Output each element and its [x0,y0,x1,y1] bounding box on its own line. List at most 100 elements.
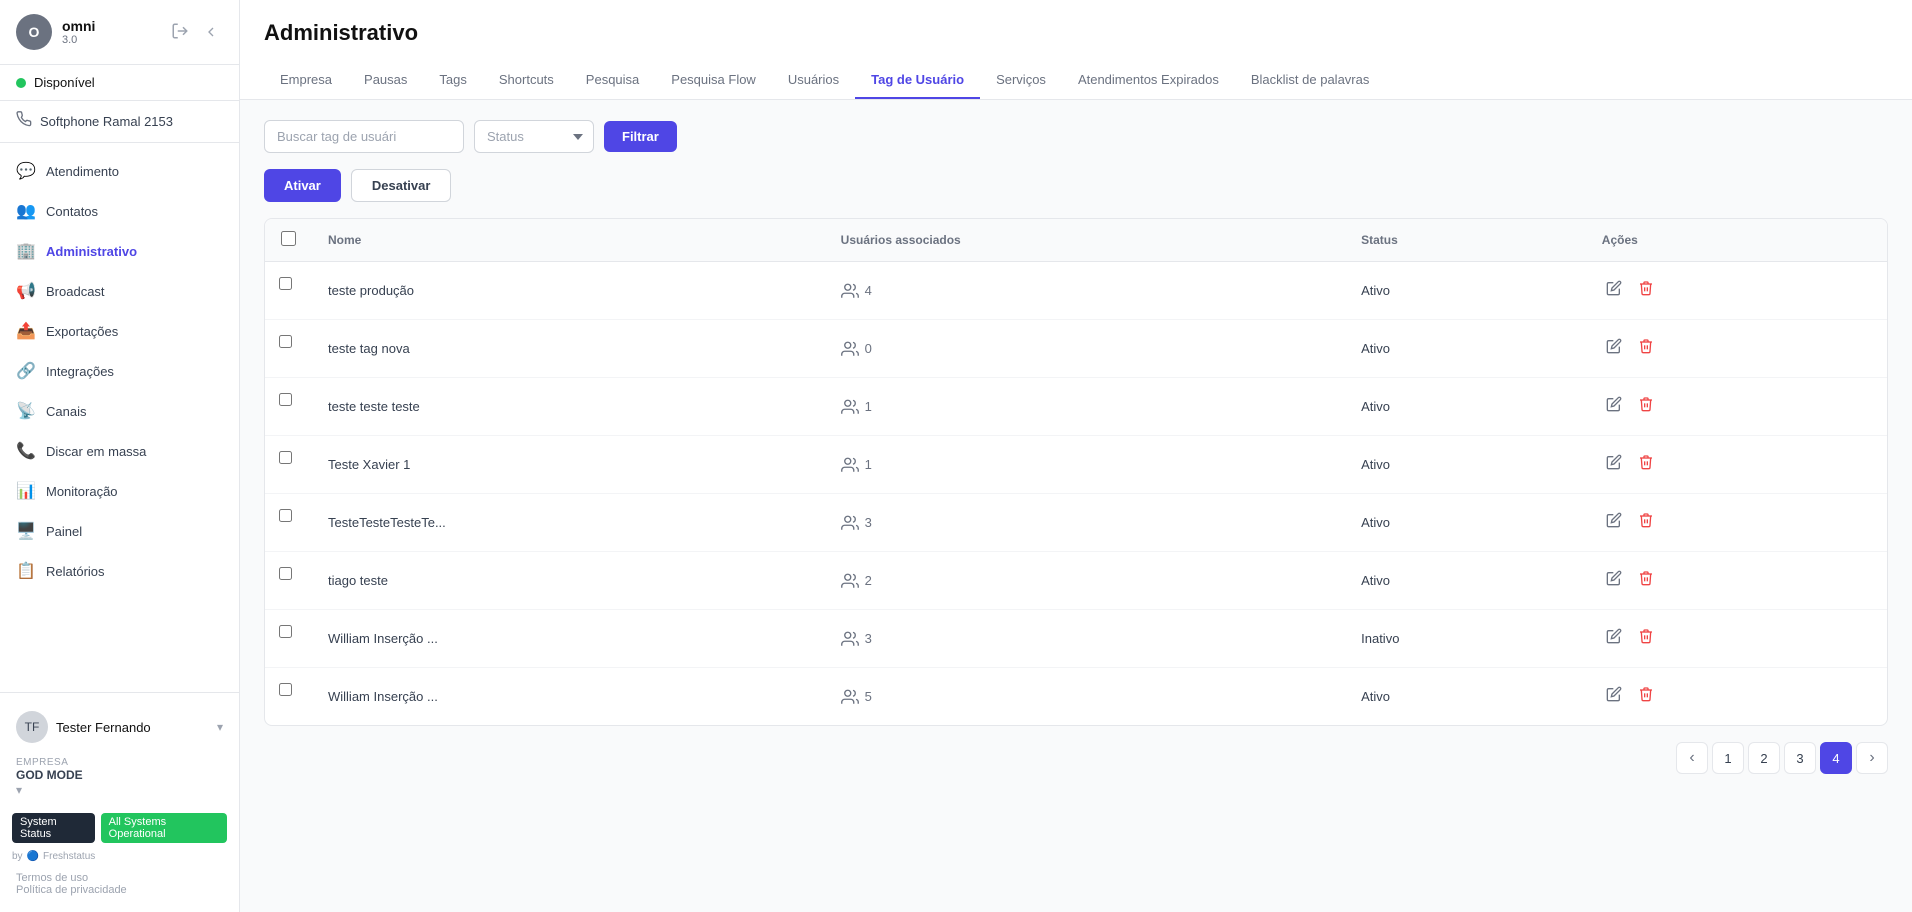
main-header: Administrativo EmpresaPausasTagsShortcut… [240,0,1912,100]
pagination-next[interactable]: › [1856,742,1888,774]
cell-usuarios-6[interactable]: 3 [825,610,1345,668]
users-count-1: 0 [865,341,872,356]
search-input[interactable] [264,120,464,153]
ativar-button[interactable]: Ativar [264,169,341,202]
sidebar-item-atendimento[interactable]: 💬 Atendimento [0,151,239,191]
sidebar-item-label-administrativo: Administrativo [46,244,137,259]
delete-button-4[interactable] [1634,508,1658,537]
sidebar-item-painel[interactable]: 🖥️ Painel [0,511,239,551]
termos-link[interactable]: Termos de uso [16,872,88,884]
pagination-page-1[interactable]: 1 [1712,742,1744,774]
pagination-prev[interactable]: ‹ [1676,742,1708,774]
row-checkbox-0[interactable] [279,276,292,291]
edit-button-0[interactable] [1602,276,1626,305]
sidebar-item-discar-em-massa[interactable]: 📞 Discar em massa [0,431,239,471]
politica-link[interactable]: Política de privacidade [16,884,127,896]
col-usuarios: Usuários associados [825,219,1345,262]
logout-icon[interactable] [171,22,189,43]
row-checkbox-6[interactable] [279,624,292,639]
tab-empresa[interactable]: Empresa [264,62,348,99]
sidebar-item-administrativo[interactable]: 🏢 Administrativo [0,231,239,271]
row-checkbox-1[interactable] [279,334,292,349]
user-section[interactable]: TF Tester Fernando ▾ [0,701,239,753]
cell-usuarios-5[interactable]: 2 [825,552,1345,610]
status-row[interactable]: Disponível [0,65,239,101]
pagination-page-3[interactable]: 3 [1784,742,1816,774]
filter-button[interactable]: Filtrar [604,121,677,152]
app-name: omni [62,18,161,34]
row-checkbox-2[interactable] [279,392,292,407]
users-icon [841,630,859,648]
tab-pesquisa-flow[interactable]: Pesquisa Flow [655,62,772,99]
cell-usuarios-7[interactable]: 5 [825,668,1345,726]
tab-pausas[interactable]: Pausas [348,62,423,99]
painel-icon: 🖥️ [16,521,36,541]
cell-nome-3: Teste Xavier 1 [312,436,825,494]
system-status-bar[interactable]: System Status All Systems Operational [0,805,239,851]
sidebar-item-integracoes[interactable]: 🔗 Integrações [0,351,239,391]
tab-usuarios[interactable]: Usuários [772,62,855,99]
users-icon [841,340,859,358]
cell-usuarios-4[interactable]: 3 [825,494,1345,552]
delete-button-0[interactable] [1634,276,1658,305]
delete-button-1[interactable] [1634,334,1658,363]
cell-status-2: Ativo [1345,378,1586,436]
sidebar-collapse-button[interactable] [199,20,223,44]
cell-usuarios-0[interactable]: 4 [825,262,1345,320]
cell-usuarios-3[interactable]: 1 [825,436,1345,494]
edit-button-6[interactable] [1602,624,1626,653]
app-version: 3.0 [62,34,161,46]
users-icon [841,282,859,300]
chevron-down-icon: ▾ [217,720,223,734]
cell-usuarios-2[interactable]: 1 [825,378,1345,436]
table-row: teste teste teste 1 Ativo [265,378,1887,436]
empresa-name: GOD MODE [16,768,223,782]
freshstatus-label: Freshstatus [43,851,95,862]
tab-atendimentos-expirados[interactable]: Atendimentos Expirados [1062,62,1235,99]
edit-button-7[interactable] [1602,682,1626,711]
pagination-page-2[interactable]: 2 [1748,742,1780,774]
delete-button-3[interactable] [1634,450,1658,479]
tab-tag-de-usuario[interactable]: Tag de Usuário [855,62,980,99]
pagination-page-4[interactable]: 4 [1820,742,1852,774]
tab-servicos[interactable]: Serviços [980,62,1062,99]
table-row: teste tag nova 0 Ativo [265,320,1887,378]
cell-usuarios-1[interactable]: 0 [825,320,1345,378]
pagination: ‹1234› [264,726,1888,790]
edit-button-3[interactable] [1602,450,1626,479]
tab-shortcuts[interactable]: Shortcuts [483,62,570,99]
edit-button-1[interactable] [1602,334,1626,363]
discar-em-massa-icon: 📞 [16,441,36,461]
tab-tags[interactable]: Tags [423,62,482,99]
desativar-button[interactable]: Desativar [351,169,452,202]
edit-button-2[interactable] [1602,392,1626,421]
tags-table: Nome Usuários associados Status Ações te… [265,219,1887,725]
edit-button-4[interactable] [1602,508,1626,537]
delete-button-7[interactable] [1634,682,1658,711]
sidebar-item-canais[interactable]: 📡 Canais [0,391,239,431]
delete-button-5[interactable] [1634,566,1658,595]
delete-button-6[interactable] [1634,624,1658,653]
select-all-checkbox[interactable] [281,231,296,246]
status-select[interactable]: Status Ativo Inativo [474,120,594,153]
edit-button-5[interactable] [1602,566,1626,595]
sidebar-item-broadcast[interactable]: 📢 Broadcast [0,271,239,311]
sidebar-item-label-canais: Canais [46,404,86,419]
row-checkbox-3[interactable] [279,450,292,465]
tab-blacklist[interactable]: Blacklist de palavras [1235,62,1386,99]
page-title: Administrativo [264,20,1888,46]
delete-button-2[interactable] [1634,392,1658,421]
cell-acoes-7 [1586,668,1887,726]
sidebar-item-contatos[interactable]: 👥 Contatos [0,191,239,231]
table-row: William Inserção ... 5 Ativo [265,668,1887,726]
row-checkbox-7[interactable] [279,682,292,697]
softphone-row[interactable]: Softphone Ramal 2153 [0,101,239,143]
sidebar-item-relatorios[interactable]: 📋 Relatórios [0,551,239,591]
tab-pesquisa[interactable]: Pesquisa [570,62,655,99]
sidebar-item-label-atendimento: Atendimento [46,164,119,179]
sidebar-item-monitoracao[interactable]: 📊 Monitoração [0,471,239,511]
sidebar-item-exportacoes[interactable]: 📤 Exportações [0,311,239,351]
relatorios-icon: 📋 [16,561,36,581]
row-checkbox-4[interactable] [279,508,292,523]
row-checkbox-5[interactable] [279,566,292,581]
